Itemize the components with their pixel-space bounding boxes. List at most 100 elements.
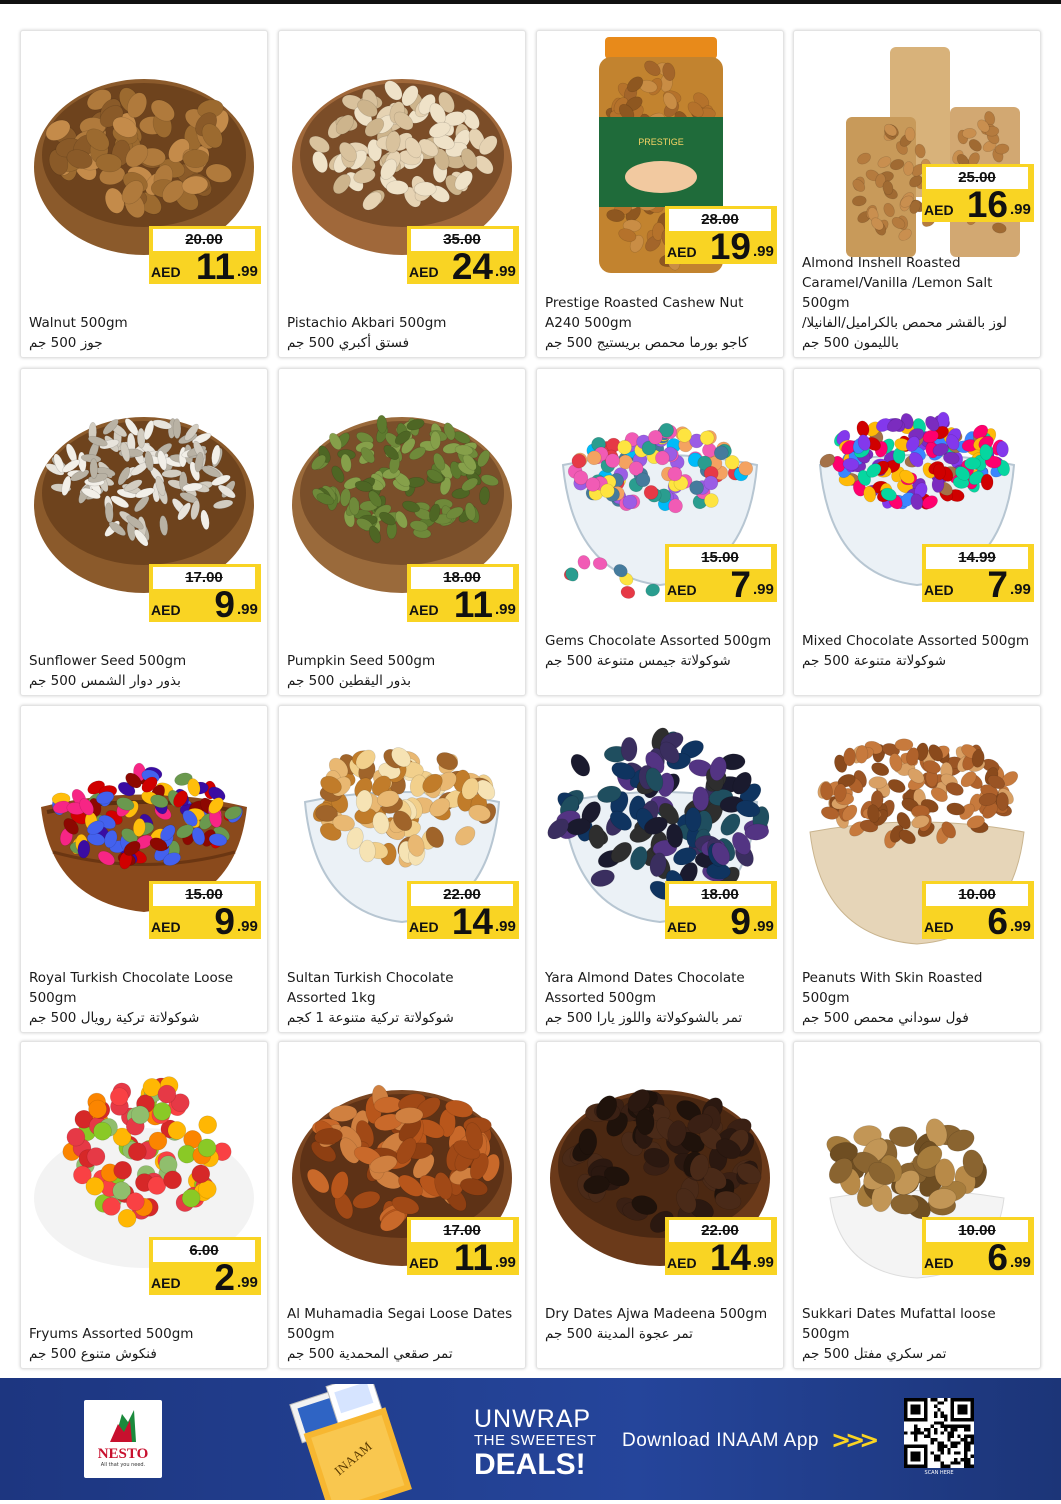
price-tag: 20.00 AED 11 .99 bbox=[149, 226, 261, 287]
product-card[interactable]: 35.00 AED 24 .99 Pistachio Akbari 500gm … bbox=[278, 30, 526, 358]
product-name-arabic: تمر صقعي المحمدية 500 جم bbox=[287, 1346, 453, 1362]
currency-label: AED bbox=[667, 919, 697, 935]
offer-price: AED 14 .99 bbox=[407, 901, 519, 942]
product-card[interactable]: 17.00 AED 9 .99 Sunflower Seed 500gm بذو… bbox=[20, 368, 268, 696]
product-name-block: Mixed Chocolate Assorted 500gm شوكولاتة … bbox=[802, 631, 1032, 671]
product-card[interactable]: 20.00 AED 11 .99 Walnut 500gm جوز 500 جم bbox=[20, 30, 268, 358]
product-name-block: Fryums Assorted 500gm فنكوش متنوع 500 جم bbox=[29, 1324, 259, 1364]
logo-tagline: All that you need. bbox=[100, 1462, 146, 1468]
currency-label: AED bbox=[924, 202, 954, 218]
product-name-block: Pistachio Akbari 500gm فستق أكبري 500 جم bbox=[287, 313, 517, 353]
logo-text: NESTO bbox=[97, 1446, 149, 1462]
price-main: 6 bbox=[987, 1237, 1008, 1278]
offer-price: AED 11 .99 bbox=[407, 584, 519, 625]
currency-label: AED bbox=[924, 582, 954, 598]
product-card[interactable]: 25.00 AED 16 .99 Almond Inshell Roasted … bbox=[793, 30, 1041, 358]
product-name: Royal Turkish Chocolate Loose 500gm bbox=[29, 970, 234, 1006]
currency-label: AED bbox=[409, 264, 439, 280]
product-name-arabic: لوز بالقشر محمص بالكراميل/الفانيلا/باللي… bbox=[802, 315, 1008, 351]
price-main: 7 bbox=[730, 564, 751, 605]
product-name-arabic: فنكوش متنوع 500 جم bbox=[29, 1346, 157, 1362]
product-name-arabic: فول سوداني محمص 500 جم bbox=[802, 1010, 969, 1026]
product-name-block: Prestige Roasted Cashew Nut A240 500gm ك… bbox=[545, 293, 775, 353]
price-decimal: .99 bbox=[495, 1254, 516, 1271]
product-card[interactable]: 18.00 AED 11 .99 Pumpkin Seed 500gm بذور… bbox=[278, 368, 526, 696]
price-main: 11 bbox=[195, 246, 235, 287]
product-name-block: Sultan Turkish Chocolate Assorted 1kg شو… bbox=[287, 968, 517, 1028]
offer-price: AED 6 .99 bbox=[922, 901, 1034, 942]
product-card[interactable]: 15.00 AED 7 .99 Gems Chocolate Assorted … bbox=[536, 368, 784, 696]
price-main: 6 bbox=[987, 901, 1008, 942]
currency-label: AED bbox=[151, 919, 181, 935]
price-decimal: .99 bbox=[237, 918, 258, 935]
price-main: 24 bbox=[451, 246, 493, 287]
product-name-block: Yara Almond Dates Chocolate Assorted 500… bbox=[545, 968, 775, 1028]
offer-price: AED 14 .99 bbox=[665, 1237, 777, 1278]
product-name-arabic: كاجو بورما محمص بريستيج 500 جم bbox=[545, 335, 749, 351]
product-name-block: Peanuts With Skin Roasted 500gm فول سودا… bbox=[802, 968, 1032, 1028]
offer-price: AED 16 .99 bbox=[922, 184, 1034, 225]
promo-line1: UNWRAP bbox=[474, 1405, 592, 1433]
offer-price: AED 24 .99 bbox=[407, 246, 519, 287]
price-main: 9 bbox=[214, 901, 235, 942]
product-card[interactable]: 22.00 AED 14 .99 Sultan Turkish Chocolat… bbox=[278, 705, 526, 1033]
product-name-arabic: شوكولاتة متنوعة 500 جم bbox=[802, 653, 947, 669]
price-main: 2 bbox=[214, 1257, 235, 1298]
product-name-block: Al Muhamadia Segai Loose Dates 500gm تمر… bbox=[287, 1304, 517, 1364]
product-card[interactable]: 10.00 AED 6 .99 Peanuts With Skin Roaste… bbox=[793, 705, 1041, 1033]
currency-label: AED bbox=[667, 1255, 697, 1271]
offer-price: AED 7 .99 bbox=[922, 564, 1034, 605]
product-name-block: Walnut 500gm جوز 500 جم bbox=[29, 313, 259, 353]
product-name-arabic: شوكولاتة تركية رويال 500 جم bbox=[29, 1010, 200, 1026]
product-name: Al Muhamadia Segai Loose Dates 500gm bbox=[287, 1306, 513, 1342]
product-card[interactable]: 15.00 AED 9 .99 Royal Turkish Chocolate … bbox=[20, 705, 268, 1033]
price-tag: 18.00 AED 9 .99 bbox=[665, 881, 777, 942]
price-tag: 10.00 AED 6 .99 bbox=[922, 881, 1034, 942]
product-name: Walnut 500gm bbox=[29, 315, 128, 331]
price-decimal: .99 bbox=[1010, 1254, 1031, 1271]
price-decimal: .99 bbox=[495, 918, 516, 935]
product-name: Fryums Assorted 500gm bbox=[29, 1326, 194, 1342]
currency-label: AED bbox=[151, 264, 181, 280]
product-card[interactable]: 18.00 AED 9 .99 Yara Almond Dates Chocol… bbox=[536, 705, 784, 1033]
product-name-block: Sunflower Seed 500gm بذور دوار الشمس 500… bbox=[29, 651, 259, 691]
product-name: Sunflower Seed 500gm bbox=[29, 653, 187, 669]
product-name: Prestige Roasted Cashew Nut A240 500gm bbox=[545, 295, 744, 331]
price-decimal: .99 bbox=[753, 581, 774, 598]
currency-label: AED bbox=[409, 919, 439, 935]
price-main: 16 bbox=[966, 184, 1008, 225]
currency-label: AED bbox=[667, 244, 697, 260]
product-name-block: Sukkari Dates Mufattal loose 500gm تمر س… bbox=[802, 1304, 1032, 1364]
offer-price: AED 2 .99 bbox=[149, 1257, 261, 1298]
nesto-logo[interactable]: NESTO All that you need. bbox=[84, 1400, 162, 1478]
product-card[interactable]: 6.00 AED 2 .99 Fryums Assorted 500gm فنك… bbox=[20, 1041, 268, 1369]
price-tag: 28.00 AED 19 .99 bbox=[665, 206, 777, 267]
price-decimal: .99 bbox=[1010, 201, 1031, 218]
price-tag: 10.00 AED 6 .99 bbox=[922, 1217, 1034, 1278]
product-card[interactable]: 10.00 AED 6 .99 Sukkari Dates Mufattal l… bbox=[793, 1041, 1041, 1369]
price-main: 19 bbox=[709, 226, 751, 267]
product-name-arabic: تمر سكري مفتل 500 جم bbox=[802, 1346, 947, 1362]
product-name: Pistachio Akbari 500gm bbox=[287, 315, 447, 331]
price-tag: 35.00 AED 24 .99 bbox=[407, 226, 519, 287]
price-main: 7 bbox=[987, 564, 1008, 605]
price-tag: 17.00 AED 11 .99 bbox=[407, 1217, 519, 1278]
qr-code-icon[interactable] bbox=[904, 1398, 974, 1468]
product-name-arabic: شوكولاتة جيمس متنوعة 500 جم bbox=[545, 653, 731, 669]
product-card[interactable]: PRESTIGE 28.00 AED 19 .99 Prestige Roast… bbox=[536, 30, 784, 358]
product-card[interactable]: 22.00 AED 14 .99 Dry Dates Ajwa Madeena … bbox=[536, 1041, 784, 1369]
currency-label: AED bbox=[924, 1255, 954, 1271]
offer-price: AED 11 .99 bbox=[407, 1237, 519, 1278]
price-tag: 17.00 AED 9 .99 bbox=[149, 564, 261, 625]
currency-label: AED bbox=[151, 602, 181, 618]
product-name: Sultan Turkish Chocolate Assorted 1kg bbox=[287, 970, 454, 1006]
price-tag: 15.00 AED 7 .99 bbox=[665, 544, 777, 605]
offer-price: AED 9 .99 bbox=[665, 901, 777, 942]
promo-headline: UNWRAP THE SWEETEST DEALS! bbox=[474, 1406, 597, 1480]
price-tag: 14.99 AED 7 .99 bbox=[922, 544, 1034, 605]
product-name-arabic: بذور دوار الشمس 500 جم bbox=[29, 673, 181, 689]
download-app-text[interactable]: Download INAAM App bbox=[622, 1430, 819, 1452]
svg-text:PRESTIGE: PRESTIGE bbox=[638, 137, 684, 147]
product-card[interactable]: 14.99 AED 7 .99 Mixed Chocolate Assorted… bbox=[793, 368, 1041, 696]
product-card[interactable]: 17.00 AED 11 .99 Al Muhamadia Segai Loos… bbox=[278, 1041, 526, 1369]
